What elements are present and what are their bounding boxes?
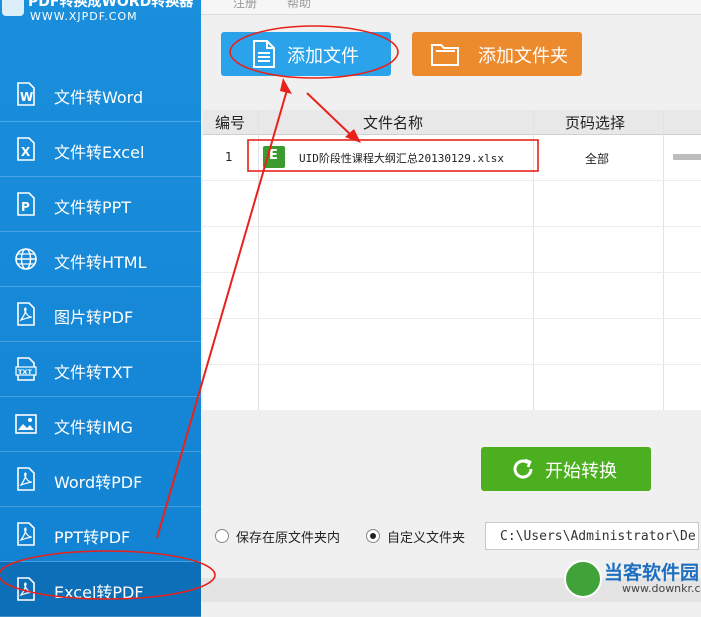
document-icon bbox=[253, 40, 275, 68]
sidebar-item-excel-to-pdf[interactable]: Excel转PDF bbox=[0, 562, 201, 617]
sidebar-item-label: 文件转Excel bbox=[54, 143, 145, 162]
app-url: WWW.XJPDF.COM bbox=[30, 10, 138, 23]
sidebar-item-image-to-pdf[interactable]: 图片转PDF bbox=[0, 287, 201, 342]
sidebar-item-word-to-pdf[interactable]: Word转PDF bbox=[0, 452, 201, 507]
row-filename: UID阶段性课程大纲汇总20130129.xlsx bbox=[299, 152, 504, 165]
row-progress-bar bbox=[673, 154, 701, 160]
sidebar-item-file-to-ppt[interactable]: P 文件转PPT bbox=[0, 177, 201, 232]
table-header: 编号 文件名称 页码选择 bbox=[203, 110, 701, 135]
sidebar: PDF转换成WORD转换器 WWW.XJPDF.COM W 文件转Word X … bbox=[0, 0, 201, 617]
sidebar-item-label: 文件转TXT bbox=[54, 363, 133, 382]
excel-file-icon: E bbox=[263, 146, 285, 168]
pdf-doc-icon bbox=[17, 302, 35, 326]
add-folder-label: 添加文件夹 bbox=[478, 46, 568, 67]
svg-text:X: X bbox=[21, 145, 31, 159]
folder-icon bbox=[431, 44, 459, 66]
row-divider bbox=[203, 364, 701, 365]
sidebar-item-file-to-word[interactable]: W 文件转Word bbox=[0, 67, 201, 122]
header-pages: 页码选择 bbox=[565, 114, 626, 132]
globe-icon bbox=[15, 248, 37, 270]
sidebar-item-file-to-txt[interactable]: TXT 文件转TXT bbox=[0, 342, 201, 397]
sidebar-item-label: Word转PDF bbox=[54, 473, 143, 492]
row-divider bbox=[203, 180, 701, 181]
watermark-logo-icon bbox=[564, 560, 602, 598]
output-folder-field[interactable]: C:\Users\Administrator\De bbox=[485, 522, 699, 550]
watermark-name: 当客软件园 bbox=[604, 562, 700, 584]
file-table: 编号 文件名称 页码选择 1 E UID阶段性课程大纲汇总20130129.xl… bbox=[203, 110, 701, 410]
ppt-doc-icon: P bbox=[17, 192, 35, 216]
sidebar-item-file-to-html[interactable]: 文件转HTML bbox=[0, 232, 201, 287]
sidebar-item-label: 文件转HTML bbox=[54, 253, 147, 272]
top-menu: 注册 帮助 bbox=[201, 0, 701, 15]
sidebar-item-label: Excel转PDF bbox=[54, 583, 144, 602]
sidebar-item-label: 文件转PPT bbox=[54, 198, 132, 217]
sidebar-item-label: 文件转Word bbox=[54, 88, 144, 107]
pdf-doc-icon bbox=[17, 467, 35, 491]
add-file-label: 添加文件 bbox=[287, 46, 359, 67]
sidebar-item-label: 文件转IMG bbox=[54, 418, 133, 437]
svg-text:W: W bbox=[20, 90, 33, 104]
image-icon bbox=[15, 414, 37, 434]
word-doc-icon: W bbox=[17, 82, 35, 106]
add-folder-button[interactable]: 添加文件夹 bbox=[412, 32, 582, 76]
watermark-url: www.downkr.com bbox=[622, 582, 701, 595]
save-custom-label[interactable]: 自定义文件夹 bbox=[387, 527, 465, 546]
txt-doc-icon: TXT bbox=[15, 357, 37, 381]
annotation-arrowhead-up bbox=[280, 78, 292, 94]
svg-text:P: P bbox=[21, 200, 30, 214]
sidebar-nav: W 文件转Word X 文件转Excel P 文件转PPT 文件转HTML 图片… bbox=[0, 67, 201, 617]
save-custom-radio[interactable] bbox=[366, 529, 380, 543]
row-index: 1 bbox=[225, 150, 233, 164]
pdf-doc-icon bbox=[17, 522, 35, 546]
header-index: 编号 bbox=[215, 114, 246, 132]
save-original-label[interactable]: 保存在原文件夹内 bbox=[236, 527, 340, 546]
sidebar-item-file-to-excel[interactable]: X 文件转Excel bbox=[0, 122, 201, 177]
sidebar-item-label: 图片转PDF bbox=[54, 308, 134, 327]
header-filename: 文件名称 bbox=[363, 114, 424, 132]
start-convert-button[interactable]: 开始转换 bbox=[481, 447, 651, 491]
logo-icon bbox=[2, 0, 24, 16]
start-convert-label: 开始转换 bbox=[545, 461, 617, 482]
sidebar-item-file-to-img[interactable]: 文件转IMG bbox=[0, 397, 201, 452]
add-file-button[interactable]: 添加文件 bbox=[221, 32, 391, 76]
row-pages[interactable]: 全部 bbox=[585, 150, 609, 167]
refresh-icon bbox=[513, 458, 533, 479]
column-divider bbox=[663, 110, 664, 410]
watermark: 当客软件园 www.downkr.com bbox=[560, 556, 701, 602]
menu-help[interactable]: 帮助 bbox=[287, 0, 311, 11]
row-divider bbox=[203, 226, 701, 227]
sidebar-item-ppt-to-pdf[interactable]: PPT转PDF bbox=[0, 507, 201, 562]
row-divider bbox=[203, 318, 701, 319]
svg-text:TXT: TXT bbox=[18, 368, 32, 376]
pdf-doc-icon bbox=[17, 577, 35, 601]
excel-doc-icon: X bbox=[17, 137, 35, 161]
save-original-radio[interactable] bbox=[215, 529, 229, 543]
row-divider bbox=[203, 272, 701, 273]
menu-register[interactable]: 注册 bbox=[233, 0, 257, 11]
column-divider bbox=[258, 110, 259, 410]
column-divider bbox=[533, 110, 534, 410]
app-logo: PDF转换成WORD转换器 WWW.XJPDF.COM bbox=[0, 0, 201, 64]
sidebar-item-label: PPT转PDF bbox=[54, 528, 131, 547]
